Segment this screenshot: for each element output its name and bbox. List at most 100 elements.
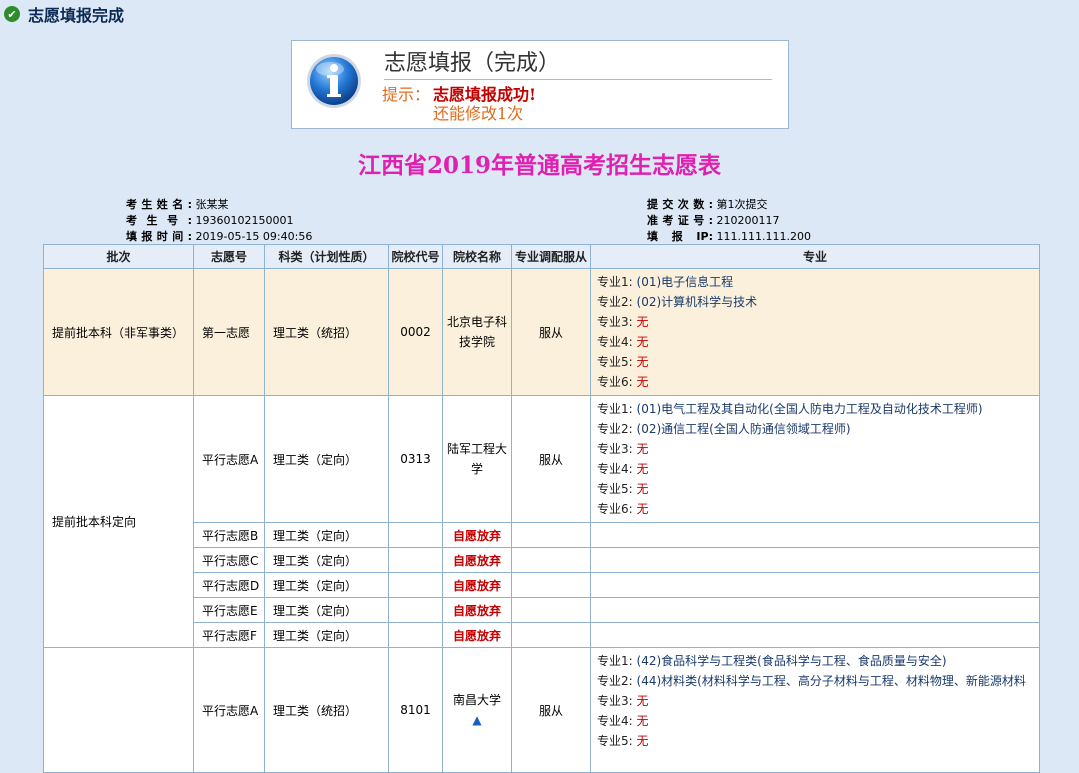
info-icon	[307, 54, 361, 108]
majors-cell: 专业1: (01)电子信息工程 专业2: (02)计算机科学与技术 专业3: 无…	[590, 268, 1040, 396]
submit-count-row: 提交次数: 第1次提交	[647, 196, 768, 212]
choice-cell: 平行志愿C	[193, 547, 265, 573]
major-item: 专业5: 无	[597, 482, 649, 496]
category-cell: 理工类（定向）	[264, 522, 389, 548]
category-cell: 理工类（统招）	[264, 268, 389, 396]
school-code-cell: 0002	[388, 268, 443, 396]
major-item: 专业6: 无	[597, 375, 649, 389]
school-code-cell	[388, 622, 443, 648]
choice-cell: 平行志愿A	[193, 647, 265, 773]
submit-count: 第1次提交	[716, 198, 768, 211]
school-code-cell	[388, 547, 443, 573]
choices-table: 批次 志愿号 科类（计划性质） 院校代号 院校名称 专业调配服从 专业 提前批本…	[43, 244, 1040, 773]
batch-cell	[43, 647, 194, 773]
school-name: 南昌大学	[452, 693, 501, 707]
notice-title: 志愿填报（完成）	[384, 45, 772, 80]
ip-row: 填报IP: 111.111.111.200	[647, 228, 811, 244]
header-batch: 批次	[43, 244, 194, 269]
table-row: 平行志愿A 理工类（统招） 8101 南昌大学 ▲ 服从 专业1: (42)食品…	[43, 647, 1040, 773]
school-name-cell: 北京电子科技学院	[442, 268, 512, 396]
giveup-cell: 自愿放弃	[442, 622, 512, 648]
ip-label: 填报IP:	[647, 230, 713, 243]
school-name-cell: 南昌大学 ▲	[442, 647, 512, 773]
category-cell: 理工类（统招）	[264, 647, 389, 773]
category-cell: 理工类（定向）	[264, 622, 389, 648]
major-item: 专业1: (42)食品科学与工程类(食品科学与工程、食品质量与安全)	[597, 654, 947, 668]
major-item: 专业3: 无	[597, 442, 649, 456]
submit-time-label: 填报时间:	[126, 230, 192, 243]
adjust-cell	[511, 622, 591, 648]
school-code-cell	[388, 597, 443, 623]
major-item: 专业5: 无	[597, 734, 649, 748]
school-name-cell: 陆军工程大学	[442, 395, 512, 523]
candidate-name-row: 考生姓名: 张某某	[126, 196, 229, 212]
adjust-cell: 服从	[511, 647, 591, 773]
category-cell: 理工类（定向）	[264, 395, 389, 523]
table-row: 平行志愿E 理工类（定向） 自愿放弃	[44, 597, 1040, 623]
major-item: 专业6: 无	[597, 502, 649, 516]
adjust-cell	[511, 547, 591, 573]
title-bar: ✔ 志愿填报完成	[0, 0, 1079, 28]
header-adjust: 专业调配服从	[511, 244, 591, 269]
notice-box: 志愿填报（完成） 提示： 志愿填报成功! 还能修改1次	[291, 40, 789, 129]
major-item: 专业4: 无	[597, 714, 649, 728]
submit-time-row: 填报时间: 2019-05-15 09:40:56	[126, 228, 312, 244]
choice-cell: 平行志愿B	[193, 522, 265, 548]
major-item: 专业1: (01)电气工程及其自动化(全国人防电力工程及自动化技术工程师)	[597, 402, 983, 416]
category-cell: 理工类（定向）	[264, 597, 389, 623]
school-code-cell: 0313	[388, 395, 443, 523]
candidate-name: 张某某	[195, 198, 229, 211]
majors-cell	[590, 622, 1040, 648]
giveup-cell: 自愿放弃	[442, 547, 512, 573]
giveup-cell: 自愿放弃	[442, 572, 512, 598]
notice-sub-message: 还能修改1次	[433, 104, 524, 123]
choice-cell: 平行志愿F	[193, 622, 265, 648]
candidate-id: 19360102150001	[195, 214, 294, 227]
header-category: 科类（计划性质）	[264, 244, 389, 269]
table-row: 平行志愿D 理工类（定向） 自愿放弃	[44, 572, 1040, 598]
ticket-number: 210200117	[716, 214, 780, 227]
submit-ip: 111.111.111.200	[716, 230, 811, 243]
major-item: 专业2: (02)通信工程(全国人防通信领域工程师)	[597, 422, 851, 436]
major-item: 专业5: 无	[597, 355, 649, 369]
adjust-cell: 服从	[511, 268, 591, 396]
table-row: 提前批本科定向 平行志愿A 理工类（定向） 0313 陆军工程大学 服从 专业1…	[43, 395, 1040, 648]
table-row: 平行志愿B 理工类（定向） 自愿放弃	[44, 522, 1040, 548]
adjust-cell	[511, 522, 591, 548]
choice-cell: 平行志愿A	[193, 395, 265, 523]
majors-cell	[590, 572, 1040, 598]
candidate-id-row: 考生号: 19360102150001	[126, 212, 293, 228]
giveup-cell: 自愿放弃	[442, 522, 512, 548]
ticket-row: 准考证号: 210200117	[647, 212, 780, 228]
major-item: 专业4: 无	[597, 335, 649, 349]
adjust-cell: 服从	[511, 395, 591, 523]
major-item: 专业3: 无	[597, 694, 649, 708]
form-heading: 江西省2019年普通高考招生志愿表	[357, 152, 721, 179]
choice-cell: 平行志愿E	[193, 597, 265, 623]
majors-cell: 专业1: (01)电气工程及其自动化(全国人防电力工程及自动化技术工程师) 专业…	[590, 395, 1040, 523]
table-row: 平行志愿C 理工类（定向） 自愿放弃	[44, 547, 1040, 573]
major-item: 专业1: (01)电子信息工程	[597, 275, 734, 289]
candidate-id-label: 考生号:	[126, 214, 192, 227]
header-majors: 专业	[590, 244, 1040, 269]
giveup-cell: 自愿放弃	[442, 597, 512, 623]
major-item: 专业2: (44)材料类(材料科学与工程、高分子材料与工程、材料物理、新能源材料	[597, 674, 1026, 688]
majors-cell	[590, 597, 1040, 623]
adjust-cell	[511, 597, 591, 623]
triangle-mark-icon: ▲	[472, 713, 482, 727]
choice-cell: 第一志愿	[193, 268, 265, 396]
batch-cell: 提前批本科定向	[43, 395, 194, 648]
notice-label: 提示：	[382, 85, 431, 104]
choice-cell: 平行志愿D	[193, 572, 265, 598]
batch-cell: 提前批本科（非军事类）	[43, 268, 194, 396]
school-code-cell	[388, 572, 443, 598]
header-school-name: 院校名称	[442, 244, 512, 269]
page-title: 志愿填报完成	[28, 6, 125, 25]
majors-cell	[590, 547, 1040, 573]
candidate-name-label: 考生姓名:	[126, 198, 192, 211]
major-item: 专业3: 无	[597, 315, 649, 329]
category-cell: 理工类（定向）	[264, 547, 389, 573]
table-row: 平行志愿F 理工类（定向） 自愿放弃	[44, 622, 1040, 648]
category-cell: 理工类（定向）	[264, 572, 389, 598]
table-header-row: 批次 志愿号 科类（计划性质） 院校代号 院校名称 专业调配服从 专业	[43, 244, 1040, 269]
